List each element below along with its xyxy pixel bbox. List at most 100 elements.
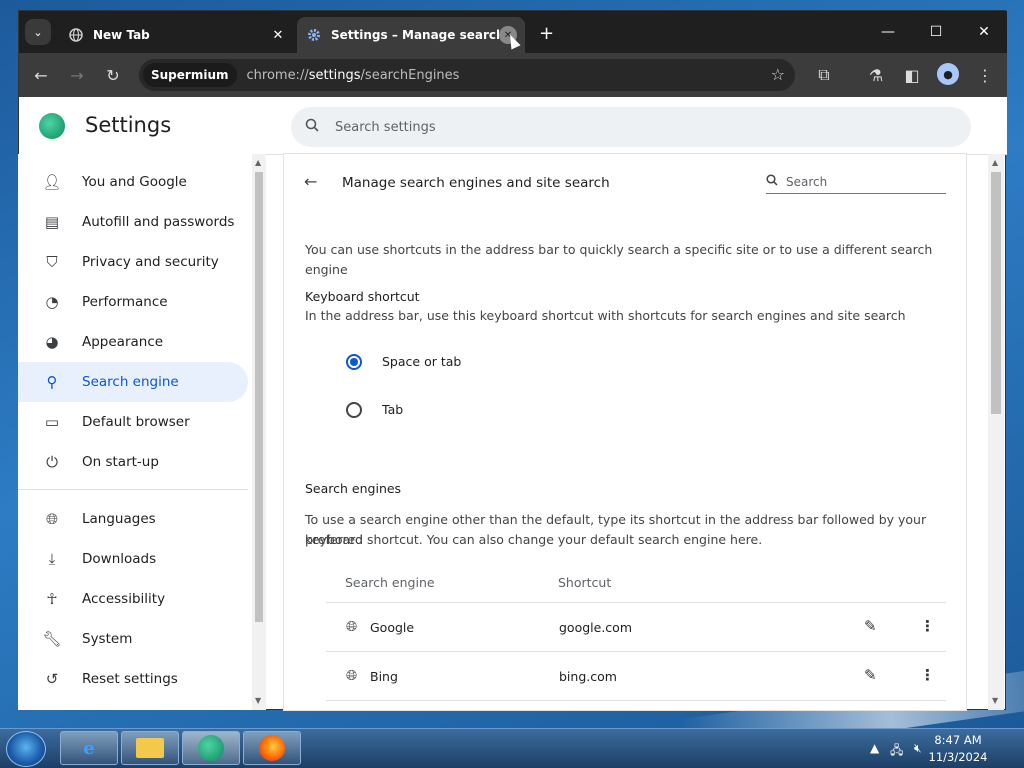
- side-panel-icon: ◧: [904, 65, 920, 85]
- scroll-down-arrow-icon[interactable]: ▼: [992, 696, 998, 705]
- engine-shortcut: google.com: [559, 620, 632, 635]
- table-divider: [326, 700, 946, 701]
- search-placeholder: Search settings: [335, 119, 436, 135]
- download-icon: ⤓: [48, 550, 56, 568]
- sidebar-item-system[interactable]: 🔧︎ System: [18, 619, 248, 659]
- reload-icon: ↻: [106, 65, 120, 85]
- sidebar-item-label: Search engine: [82, 374, 179, 390]
- settings-header: Settings Search settings: [19, 97, 1007, 155]
- search-engines-search-input[interactable]: Search: [766, 170, 946, 194]
- side-panel-button[interactable]: ◧: [900, 63, 924, 87]
- minimize-button[interactable]: —: [865, 11, 911, 53]
- profile-avatar[interactable]: ●: [937, 63, 959, 85]
- keyboard-shortcut-heading: Keyboard shortcut: [305, 289, 420, 304]
- tab-new-tab[interactable]: New Tab ✕: [59, 17, 295, 53]
- url-host: settings: [308, 67, 361, 83]
- sidebar-item-default-browser[interactable]: ▭ Default browser: [18, 402, 248, 442]
- engine-name: Google: [370, 620, 415, 635]
- clipboard-icon: ▤: [44, 213, 60, 231]
- tab-settings[interactable]: Settings – Manage search engines ✕: [297, 17, 525, 53]
- page-title: Manage search engines and site search: [342, 175, 610, 191]
- wrench-icon: 🔧︎: [42, 630, 62, 648]
- settings-title: Settings: [85, 113, 172, 137]
- search-icon: [305, 118, 319, 136]
- sidebar-item-label: Privacy and security: [82, 254, 219, 270]
- firefox-icon: [259, 735, 285, 761]
- keyboard-shortcut-description: In the address bar, use this keyboard sh…: [305, 308, 906, 323]
- folder-icon: [136, 738, 164, 758]
- sidebar-item-on-startup[interactable]: ⏻ On start-up: [18, 442, 248, 482]
- menu-button[interactable]: ⋮: [973, 63, 997, 87]
- tab-search-button[interactable]: ⌄: [25, 19, 51, 45]
- back-button[interactable]: ←: [29, 63, 53, 87]
- volume-muted-icon[interactable]: 🔇︎: [914, 741, 922, 756]
- maximize-button[interactable]: ☐: [913, 11, 959, 53]
- sidebar-item-privacy[interactable]: ⛉ Privacy and security: [18, 242, 248, 282]
- url-path: /searchEngines: [360, 67, 460, 83]
- sidebar-item-reset[interactable]: ↺ Reset settings: [18, 659, 248, 699]
- tab-title: Settings – Manage search engines: [331, 28, 499, 42]
- close-window-button[interactable]: ✕: [961, 11, 1007, 53]
- sidebar-item-label: Downloads: [82, 551, 157, 567]
- scroll-down-arrow-icon[interactable]: ▼: [255, 696, 261, 705]
- settings-search-input[interactable]: Search settings: [291, 107, 971, 147]
- forward-button[interactable]: →: [65, 63, 89, 87]
- network-icon[interactable]: 🖧︎: [890, 741, 903, 762]
- scroll-up-arrow-icon[interactable]: ▲: [992, 158, 998, 167]
- more-vertical-icon[interactable]: ⋮: [920, 617, 935, 635]
- taskbar-firefox[interactable]: [243, 731, 301, 765]
- gauge-icon: ◔: [45, 293, 59, 311]
- taskbar-internet-explorer[interactable]: e: [60, 731, 118, 765]
- sidebar-item-label: Autofill and passwords: [82, 214, 235, 230]
- sidebar-divider: [18, 489, 248, 490]
- new-tab-button[interactable]: +: [539, 23, 554, 44]
- taskbar-clock[interactable]: 8:47 AM 11/3/2024: [928, 732, 988, 766]
- globe-icon: 🌐︎: [45, 510, 58, 528]
- close-tab-icon[interactable]: ✕: [269, 26, 287, 44]
- address-bar[interactable]: Supermium chrome://settings/searchEngine…: [139, 59, 795, 91]
- sidebar-item-accessibility[interactable]: ☥ Accessibility: [18, 579, 248, 619]
- arrow-left-icon: ←: [34, 65, 48, 85]
- tab-title: New Tab: [93, 28, 150, 42]
- main-scrollbar-thumb[interactable]: [991, 172, 1001, 414]
- sidebar-item-performance[interactable]: ◔ Performance: [18, 282, 248, 322]
- sidebar-scrollbar-thumb[interactable]: [255, 172, 263, 622]
- radio-label: Space or tab: [382, 354, 462, 369]
- radio-space-or-tab[interactable]: [346, 354, 362, 370]
- radio-label: Tab: [382, 402, 404, 417]
- scroll-up-arrow-icon[interactable]: ▲: [255, 158, 261, 167]
- show-hidden-icons-arrow-icon[interactable]: ▲: [870, 741, 879, 755]
- settings-main-panel: ← Manage search engines and site search …: [284, 154, 966, 710]
- browser-toolbar: ← → ↻ Supermium chrome://settings/search…: [19, 53, 1007, 97]
- sidebar-item-label: Accessibility: [82, 591, 166, 607]
- engine-shortcut: bing.com: [559, 669, 617, 684]
- sidebar-item-search-engine[interactable]: ⚲ Search engine: [18, 362, 248, 402]
- taskbar-supermium[interactable]: [182, 731, 240, 765]
- labs-button[interactable]: ⚗: [864, 63, 888, 87]
- pencil-icon[interactable]: ✎: [864, 666, 877, 684]
- settings-sidebar: 👤︎ You and Google ▤ Autofill and passwords…: [18, 154, 252, 710]
- pencil-icon[interactable]: ✎: [864, 617, 877, 635]
- browser-chip[interactable]: Supermium: [143, 63, 237, 87]
- bookmark-star-icon[interactable]: ☆: [771, 65, 785, 84]
- sidebar-item-autofill[interactable]: ▤ Autofill and passwords: [18, 202, 248, 242]
- sidebar-item-downloads[interactable]: ⤓ Downloads: [18, 539, 248, 579]
- sidebar-item-label: Reset settings: [82, 671, 178, 687]
- more-vertical-icon[interactable]: ⋮: [920, 666, 935, 684]
- back-arrow-icon[interactable]: ←: [304, 172, 317, 191]
- globe-icon: 🌐︎: [346, 619, 358, 635]
- globe-icon: 🌐︎: [346, 668, 358, 684]
- sidebar-item-appearance[interactable]: ◕ Appearance: [18, 322, 248, 362]
- sidebar-item-you-and-google[interactable]: 👤︎ You and Google: [18, 162, 248, 202]
- search-icon: [766, 174, 778, 189]
- extensions-button[interactable]: ⧉: [812, 63, 836, 87]
- person-icon: 👤︎: [42, 173, 62, 191]
- sidebar-item-languages[interactable]: 🌐︎ Languages: [18, 499, 248, 539]
- radio-tab[interactable]: [346, 402, 362, 418]
- taskbar-file-explorer[interactable]: [121, 731, 179, 765]
- sidebar-item-label: You and Google: [82, 174, 187, 190]
- start-button[interactable]: [6, 731, 46, 767]
- url-text: chrome://settings/searchEngines: [247, 68, 460, 83]
- reload-button[interactable]: ↻: [101, 63, 125, 87]
- internet-explorer-icon: e: [83, 737, 95, 759]
